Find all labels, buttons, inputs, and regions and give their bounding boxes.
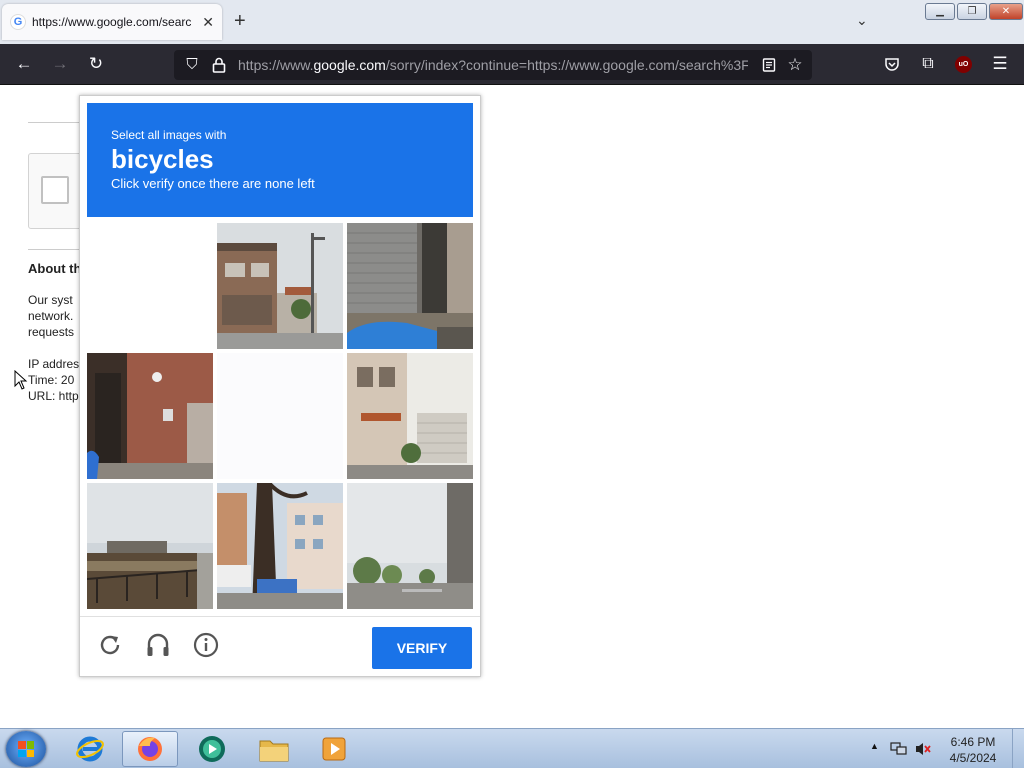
minimize-window-button[interactable]: ▁ xyxy=(925,3,955,20)
forward-icon[interactable]: → xyxy=(50,54,70,74)
image-grid xyxy=(87,223,473,609)
ip-address-label: IP addres xyxy=(28,357,80,371)
verify-button[interactable]: VERIFY xyxy=(372,627,472,669)
reload-challenge-icon[interactable] xyxy=(96,631,124,659)
image-tile-6[interactable] xyxy=(347,353,473,479)
google-favicon-icon: G xyxy=(10,14,26,30)
tab-strip: G https://www.google.com/search ✕ + ⌄ ▁ … xyxy=(0,0,1024,44)
file-explorer-taskbar-button[interactable] xyxy=(246,731,302,767)
audio-challenge-headphones-icon[interactable] xyxy=(144,631,172,659)
page-paragraph-line: Our syst xyxy=(28,293,73,307)
reload-icon[interactable]: ↻ xyxy=(86,54,106,74)
image-tile-7[interactable] xyxy=(87,483,213,609)
image-tile-5[interactable] xyxy=(217,353,343,479)
extensions-puzzle-icon[interactable]: ⧉ xyxy=(918,54,938,74)
about-heading: About th xyxy=(28,261,82,276)
windows-logo-icon xyxy=(18,741,34,757)
time-label: Time: 20 xyxy=(28,373,75,387)
navigation-toolbar: ← → ↻ ⛉ https://www.google.com/sorry/ind… xyxy=(0,44,1024,85)
back-icon[interactable]: ← xyxy=(14,54,34,74)
new-tab-icon[interactable]: + xyxy=(234,11,246,31)
bookmark-star-icon[interactable]: ☆ xyxy=(785,55,805,75)
mouse-cursor-icon xyxy=(14,370,28,390)
show-desktop-button[interactable] xyxy=(1012,729,1024,768)
image-tile-9[interactable] xyxy=(347,483,473,609)
image-tile-8[interactable] xyxy=(217,483,343,609)
recaptcha-checkbox[interactable] xyxy=(41,176,69,204)
page-paragraph-line: requests xyxy=(28,325,75,339)
challenge-header: Select all images with bicycles Click ve… xyxy=(87,103,473,217)
url-label: URL: http xyxy=(28,389,79,403)
restore-window-button[interactable]: ❐ xyxy=(957,3,987,20)
close-tab-icon[interactable]: ✕ xyxy=(202,14,214,31)
list-all-tabs-icon[interactable]: ⌄ xyxy=(856,12,868,29)
recaptcha-challenge-dialog: Select all images with bicycles Click ve… xyxy=(79,95,481,677)
start-button[interactable] xyxy=(6,731,46,767)
media-player-icon xyxy=(199,736,225,762)
image-tile-2[interactable] xyxy=(217,223,343,349)
tracking-protection-shield-icon[interactable]: ⛉ xyxy=(182,55,202,75)
instruction-text: Select all images with xyxy=(111,128,227,142)
internet-explorer-taskbar-button[interactable] xyxy=(62,731,118,767)
menu-hamburger-icon[interactable]: ☰ xyxy=(990,54,1010,74)
url-text[interactable]: https://www.google.com/sorry/index?conti… xyxy=(238,57,748,73)
firefox-icon xyxy=(138,737,162,761)
clock-time: 6:46 PM xyxy=(950,735,996,749)
video-player-icon xyxy=(322,737,346,761)
media-player-taskbar-button[interactable] xyxy=(184,731,240,767)
help-info-icon[interactable] xyxy=(192,631,220,659)
target-object-label: bicycles xyxy=(111,144,214,174)
browser-tab[interactable]: G https://www.google.com/search ✕ xyxy=(2,4,222,40)
close-window-button[interactable]: ✕ xyxy=(989,3,1023,20)
image-tile-4[interactable] xyxy=(87,353,213,479)
pocket-icon[interactable] xyxy=(884,56,900,72)
challenge-footer: VERIFY xyxy=(80,616,480,676)
firefox-taskbar-button[interactable] xyxy=(122,731,178,767)
image-tile-3[interactable] xyxy=(347,223,473,349)
folder-icon xyxy=(259,740,289,762)
image-tile-1[interactable] xyxy=(87,223,213,349)
network-icon[interactable] xyxy=(890,741,908,757)
url-bar[interactable]: ⛉ https://www.google.com/sorry/index?con… xyxy=(174,50,812,80)
show-hidden-icons-icon[interactable]: ▲ xyxy=(870,741,879,751)
video-player-taskbar-button[interactable] xyxy=(306,731,362,767)
reader-view-icon[interactable] xyxy=(762,58,776,72)
windows-taskbar: ▲ 6:46 PM 4/5/2024 xyxy=(0,728,1024,768)
tab-title: https://www.google.com/search xyxy=(32,15,192,29)
system-clock[interactable]: 6:46 PM 4/5/2024 xyxy=(928,734,1018,766)
clock-date: 4/5/2024 xyxy=(949,751,997,765)
ublock-origin-icon[interactable]: uO xyxy=(955,56,972,73)
lock-icon[interactable] xyxy=(212,57,226,73)
internet-explorer-icon xyxy=(76,736,104,762)
instruction-subtext: Click verify once there are none left xyxy=(111,176,315,191)
page-paragraph-line: network. xyxy=(28,309,74,323)
